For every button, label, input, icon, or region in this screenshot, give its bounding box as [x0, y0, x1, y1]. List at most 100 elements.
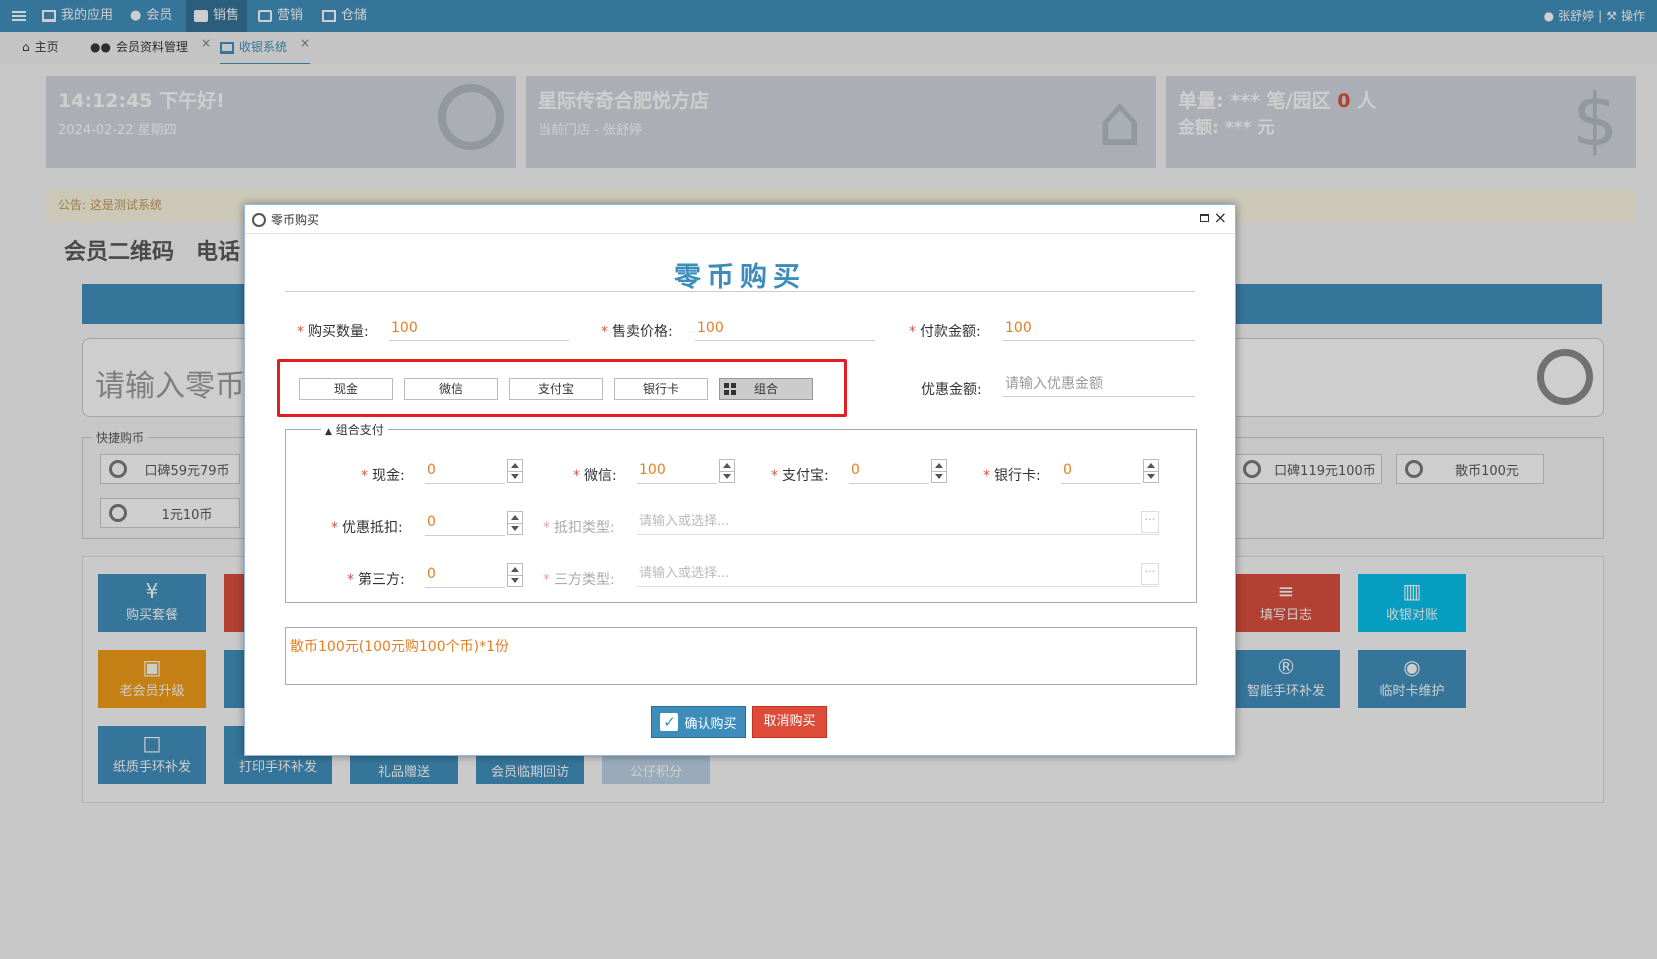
combobox-placeholder: 请输入或选择...: [639, 566, 730, 581]
combo-third-label: * 第三方:: [347, 569, 405, 589]
pay-bankcard-button[interactable]: 银行卡: [614, 378, 708, 400]
coin-logo-icon: [252, 213, 266, 227]
label-text: 银行卡:: [994, 468, 1041, 484]
required-mark: *: [331, 520, 338, 536]
qty-field[interactable]: 100: [389, 317, 569, 341]
label-text: 付款金额:: [920, 324, 981, 340]
label-text: 微信:: [584, 468, 617, 484]
required-mark: *: [543, 572, 550, 588]
arrow-up-icon[interactable]: [1147, 463, 1155, 468]
price-label: * 售卖价格:: [601, 321, 673, 341]
arrow-down-icon[interactable]: [723, 474, 731, 479]
cancel-purchase-button[interactable]: 取消购买: [752, 706, 827, 738]
dialog-heading: 零币购买: [674, 262, 806, 293]
required-mark: *: [543, 520, 550, 536]
arrow-down-icon[interactable]: [511, 526, 519, 531]
divider: [508, 471, 522, 472]
required-mark: *: [601, 324, 608, 340]
spinner-value[interactable]: 0: [849, 459, 929, 484]
third-type-label: * 三方类型:: [543, 569, 615, 589]
qty-label: * 购买数量:: [297, 321, 369, 341]
dialog-window-title: 零币购买: [271, 213, 320, 227]
spinner-value[interactable]: 0: [1061, 459, 1141, 484]
spinner-value[interactable]: 0: [425, 563, 505, 588]
arrow-up-icon[interactable]: [511, 463, 519, 468]
arrow-up-icon[interactable]: [723, 463, 731, 468]
label-text: 支付宝:: [782, 468, 829, 484]
divider: [720, 471, 734, 472]
combo-coupon-label: * 优惠抵扣:: [331, 517, 403, 537]
arrow-down-icon[interactable]: [511, 474, 519, 479]
label-text: 购买数量:: [308, 324, 369, 340]
label-text: 售卖价格:: [612, 324, 673, 340]
arrow-up-icon[interactable]: [511, 515, 519, 520]
spinner-arrows[interactable]: [507, 563, 523, 587]
deduct-type-label: * 抵扣类型:: [543, 517, 615, 537]
divider: [1144, 471, 1158, 472]
pay-wechat-button[interactable]: 微信: [404, 378, 498, 400]
combobox-placeholder: 请输入或选择...: [639, 514, 730, 529]
label-text: 第三方:: [358, 572, 405, 588]
required-mark: *: [909, 324, 916, 340]
required-mark: *: [347, 572, 354, 588]
combo-third-spinner[interactable]: 0: [425, 563, 523, 588]
spinner-value[interactable]: 100: [637, 459, 717, 484]
check-icon: ✓: [660, 713, 679, 731]
spinner-arrows[interactable]: [1143, 459, 1159, 483]
combo-alipay-label: * 支付宝:: [771, 465, 829, 485]
combo-bankcard-label: * 银行卡:: [983, 465, 1041, 485]
divider: [508, 523, 522, 524]
combo-cash-label: * 现金:: [361, 465, 405, 485]
arrow-down-icon[interactable]: [935, 474, 943, 479]
discount-input[interactable]: 请输入优惠金额: [1003, 373, 1195, 397]
coin-purchase-dialog: 零币购买 × 零币购买 * 购买数量: 100 * 售卖价格: 100 * 付款金额:…: [244, 204, 1236, 756]
pay-alipay-button[interactable]: 支付宝: [509, 378, 603, 400]
required-mark: *: [573, 468, 580, 484]
required-mark: *: [983, 468, 990, 484]
purchase-summary-textarea[interactable]: 散币100元(100元购100个币)*1份: [285, 627, 1197, 685]
spinner-arrows[interactable]: [507, 511, 523, 535]
pay-cash-button[interactable]: 现金: [299, 378, 393, 400]
spinner-arrows[interactable]: [719, 459, 735, 483]
label-text: 优惠抵扣:: [342, 520, 403, 536]
pay-amount-field[interactable]: 100: [1003, 317, 1195, 341]
pay-combo-button[interactable]: 组合: [719, 378, 813, 400]
label-text: 三方类型:: [554, 572, 615, 588]
price-field[interactable]: 100: [695, 317, 875, 341]
required-mark: *: [771, 468, 778, 484]
grid-icon: [724, 383, 736, 395]
deduct-type-combobox[interactable]: 请输入或选择... ···: [637, 511, 1159, 535]
maximize-icon[interactable]: [1200, 214, 1209, 222]
required-mark: *: [297, 324, 304, 340]
arrow-down-icon[interactable]: [511, 578, 519, 583]
label-text: 现金:: [372, 468, 405, 484]
close-icon[interactable]: ×: [1214, 208, 1227, 227]
combo-alipay-spinner[interactable]: 0: [849, 459, 947, 484]
divider: [932, 471, 946, 472]
combo-bankcard-spinner[interactable]: 0: [1061, 459, 1159, 484]
more-icon[interactable]: ···: [1141, 563, 1159, 585]
combo-wechat-spinner[interactable]: 100: [637, 459, 735, 484]
arrow-down-icon[interactable]: [1147, 474, 1155, 479]
spinner-value[interactable]: 0: [425, 511, 505, 536]
combo-wechat-label: * 微信:: [573, 465, 617, 485]
spinner-value[interactable]: 0: [425, 459, 505, 484]
discount-label: 优惠金额:: [921, 382, 982, 398]
pay-amount-label: * 付款金额:: [909, 321, 981, 341]
confirm-purchase-button[interactable]: ✓ 确认购买: [651, 706, 746, 738]
legend-label: 组合支付: [335, 423, 384, 437]
combo-coupon-spinner[interactable]: 0: [425, 511, 523, 536]
heading-divider: [285, 291, 1195, 292]
more-icon[interactable]: ···: [1141, 511, 1159, 533]
label-text: 抵扣类型:: [554, 520, 615, 536]
divider: [508, 575, 522, 576]
arrow-up-icon[interactable]: [511, 567, 519, 572]
collapse-icon: ▲: [325, 427, 332, 437]
combo-pay-legend[interactable]: ▲ 组合支付: [321, 421, 388, 438]
third-type-combobox[interactable]: 请输入或选择... ···: [637, 563, 1159, 587]
spinner-arrows[interactable]: [507, 459, 523, 483]
combo-cash-spinner[interactable]: 0: [425, 459, 523, 484]
arrow-up-icon[interactable]: [935, 463, 943, 468]
required-mark: *: [361, 468, 368, 484]
spinner-arrows[interactable]: [931, 459, 947, 483]
